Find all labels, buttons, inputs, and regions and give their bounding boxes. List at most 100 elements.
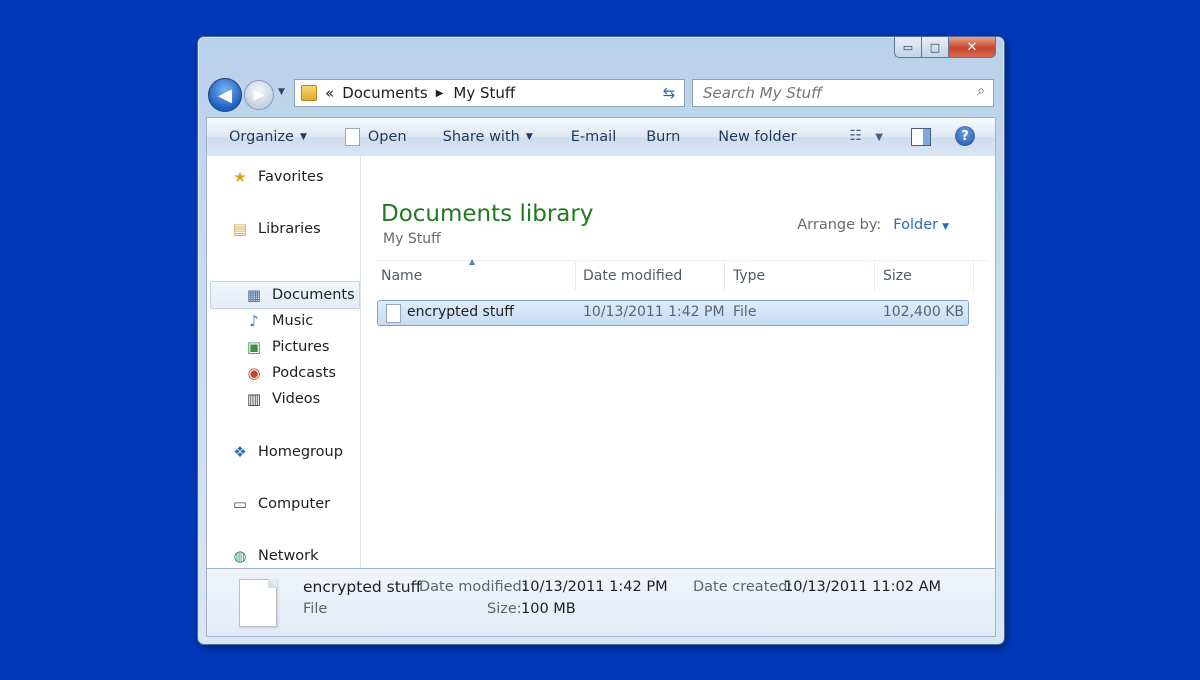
computer-icon: ▭ bbox=[232, 495, 248, 513]
maximize-button[interactable]: □ bbox=[922, 37, 949, 58]
date-modified-label: Date modified: bbox=[419, 579, 527, 595]
recent-pages-dropdown[interactable]: ▼ bbox=[278, 87, 285, 97]
search-icon[interactable]: ⌕ bbox=[977, 83, 985, 99]
column-header-name[interactable]: Name bbox=[381, 268, 422, 284]
back-button[interactable]: ◀ bbox=[208, 78, 242, 112]
column-header-date-modified[interactable]: Date modified bbox=[583, 268, 682, 284]
date-modified-value: 10/13/2011 1:42 PM bbox=[521, 579, 668, 595]
library-icon: ▤ bbox=[232, 220, 248, 238]
chevron-down-icon: ▼ bbox=[875, 132, 883, 143]
close-button[interactable]: ✕ bbox=[949, 37, 996, 58]
document-icon bbox=[344, 128, 360, 146]
file-type: File bbox=[733, 304, 757, 320]
sidebar-item-label: Pictures bbox=[272, 339, 330, 355]
sidebar-item-pictures[interactable]: ▣ Pictures bbox=[245, 338, 330, 356]
breadcrumb-documents[interactable]: Documents bbox=[342, 84, 428, 102]
breadcrumb-my-stuff[interactable]: My Stuff bbox=[453, 84, 515, 102]
music-icon: ♪ bbox=[249, 312, 259, 330]
minimize-icon: ▭ bbox=[902, 40, 914, 54]
open-button[interactable]: Open bbox=[344, 128, 407, 146]
email-button[interactable]: E-mail bbox=[571, 129, 616, 145]
library-subtitle: My Stuff bbox=[383, 231, 441, 247]
details-file-type: File bbox=[303, 601, 328, 617]
network-icon: ◍ bbox=[233, 547, 247, 565]
chevron-down-icon[interactable]: ▼ bbox=[942, 222, 949, 232]
search-input[interactable] bbox=[701, 83, 955, 103]
sidebar-item-label: Libraries bbox=[258, 221, 321, 237]
size-label: Size: bbox=[487, 601, 522, 617]
chevron-down-icon: ▼ bbox=[299, 132, 307, 142]
share-with-label: Share with bbox=[442, 129, 520, 145]
sidebar-item-libraries[interactable]: ▤ Libraries bbox=[231, 220, 321, 238]
breadcrumb-separator-icon[interactable]: ▶ bbox=[436, 88, 444, 99]
podcast-icon: ◉ bbox=[247, 364, 261, 382]
details-file-name: encrypted stuff bbox=[303, 578, 422, 596]
chevron-down-icon: ▼ bbox=[525, 132, 533, 142]
sidebar-item-network[interactable]: ◍ Network bbox=[231, 547, 319, 565]
content-area: ★ Favorites ▤ Libraries ▦ Documents ♪ Music … bbox=[206, 156, 996, 568]
pictures-icon: ▣ bbox=[246, 338, 262, 356]
date-created-value: 10/13/2011 11:02 AM bbox=[784, 579, 942, 595]
preview-pane-icon[interactable] bbox=[911, 128, 931, 146]
caption-buttons: ▭ □ ✕ bbox=[894, 37, 996, 58]
sidebar-item-computer[interactable]: ▭ Computer bbox=[231, 495, 330, 513]
size-value: 100 MB bbox=[521, 601, 576, 617]
burn-button[interactable]: Burn bbox=[646, 129, 680, 145]
videos-icon: ▥ bbox=[246, 390, 262, 408]
star-icon: ★ bbox=[233, 168, 247, 186]
column-header-size[interactable]: Size bbox=[883, 268, 912, 284]
sidebar-item-label: Homegroup bbox=[258, 444, 343, 460]
date-created-label: Date created: bbox=[693, 579, 793, 595]
sidebar-item-homegroup[interactable]: ❖ Homegroup bbox=[231, 443, 343, 461]
address-bar[interactable]: « Documents ▶ My Stuff ▼ bbox=[294, 79, 684, 107]
documents-icon: ▦ bbox=[246, 286, 262, 304]
burn-label: Burn bbox=[646, 129, 681, 145]
explorer-window: ▭ □ ✕ ◀ ▶ ▼ « Documents ▶ My Stuff ▼ ⇆ ⌕… bbox=[197, 36, 1005, 645]
column-divider[interactable] bbox=[724, 262, 725, 290]
file-size: 102,400 KB bbox=[882, 304, 964, 320]
sidebar-item-label: Music bbox=[272, 313, 314, 329]
close-icon: ✕ bbox=[966, 39, 978, 55]
share-with-button[interactable]: Share with ▼ bbox=[443, 129, 533, 145]
arrange-by[interactable]: Arrange by: Folder ▼ bbox=[797, 217, 949, 233]
sidebar-item-music[interactable]: ♪ Music bbox=[245, 312, 313, 330]
file-list-pane: Documents library My Stuff Arrange by: Fo… bbox=[361, 156, 995, 568]
library-title: Documents library bbox=[381, 201, 594, 227]
sidebar-item-label: Podcasts bbox=[272, 365, 336, 381]
new-folder-label: New folder bbox=[718, 129, 797, 145]
refresh-button[interactable]: ⇆ bbox=[654, 79, 685, 107]
sidebar-item-label: Favorites bbox=[258, 169, 324, 185]
sort-ascending-icon: ▲ bbox=[469, 257, 476, 266]
forward-button[interactable]: ▶ bbox=[244, 80, 274, 110]
file-icon bbox=[386, 304, 401, 323]
refresh-icon: ⇆ bbox=[662, 84, 676, 102]
minimize-button[interactable]: ▭ bbox=[894, 37, 922, 58]
column-header-type[interactable]: Type bbox=[733, 268, 765, 284]
help-icon[interactable]: ? bbox=[955, 126, 975, 146]
breadcrumb-overflow[interactable]: « bbox=[325, 84, 334, 102]
column-divider[interactable] bbox=[575, 262, 576, 290]
arrange-by-value[interactable]: Folder bbox=[893, 217, 938, 233]
open-label: Open bbox=[367, 129, 407, 145]
column-divider[interactable] bbox=[973, 262, 974, 290]
file-row[interactable]: encrypted stuff 10/13/2011 1:42 PM File … bbox=[377, 300, 969, 326]
sidebar-item-label: Computer bbox=[258, 496, 331, 512]
back-arrow-icon: ◀ bbox=[218, 84, 232, 106]
change-view-button[interactable]: ☷ ▼ bbox=[849, 128, 883, 144]
organize-button[interactable]: Organize ▼ bbox=[229, 129, 307, 145]
sidebar-item-favorites[interactable]: ★ Favorites bbox=[231, 168, 324, 186]
sidebar-item-podcasts[interactable]: ◉ Podcasts bbox=[245, 364, 336, 382]
sidebar-item-videos[interactable]: ▥ Videos bbox=[245, 390, 320, 408]
email-label: E-mail bbox=[570, 129, 617, 145]
file-name: encrypted stuff bbox=[407, 304, 514, 320]
sidebar-item-label: Network bbox=[258, 548, 319, 564]
sidebar-item-documents[interactable]: ▦ Documents bbox=[245, 286, 355, 304]
sidebar-item-label: Documents bbox=[272, 287, 355, 303]
file-date-modified: 10/13/2011 1:42 PM bbox=[583, 304, 725, 320]
new-folder-button[interactable]: New folder bbox=[718, 129, 796, 145]
file-thumbnail-icon bbox=[239, 579, 277, 627]
details-pane: encrypted stuff File Date modified: 10/1… bbox=[206, 568, 996, 637]
column-divider[interactable] bbox=[874, 262, 875, 290]
header-divider bbox=[375, 260, 989, 261]
search-box[interactable]: ⌕ bbox=[692, 79, 994, 107]
